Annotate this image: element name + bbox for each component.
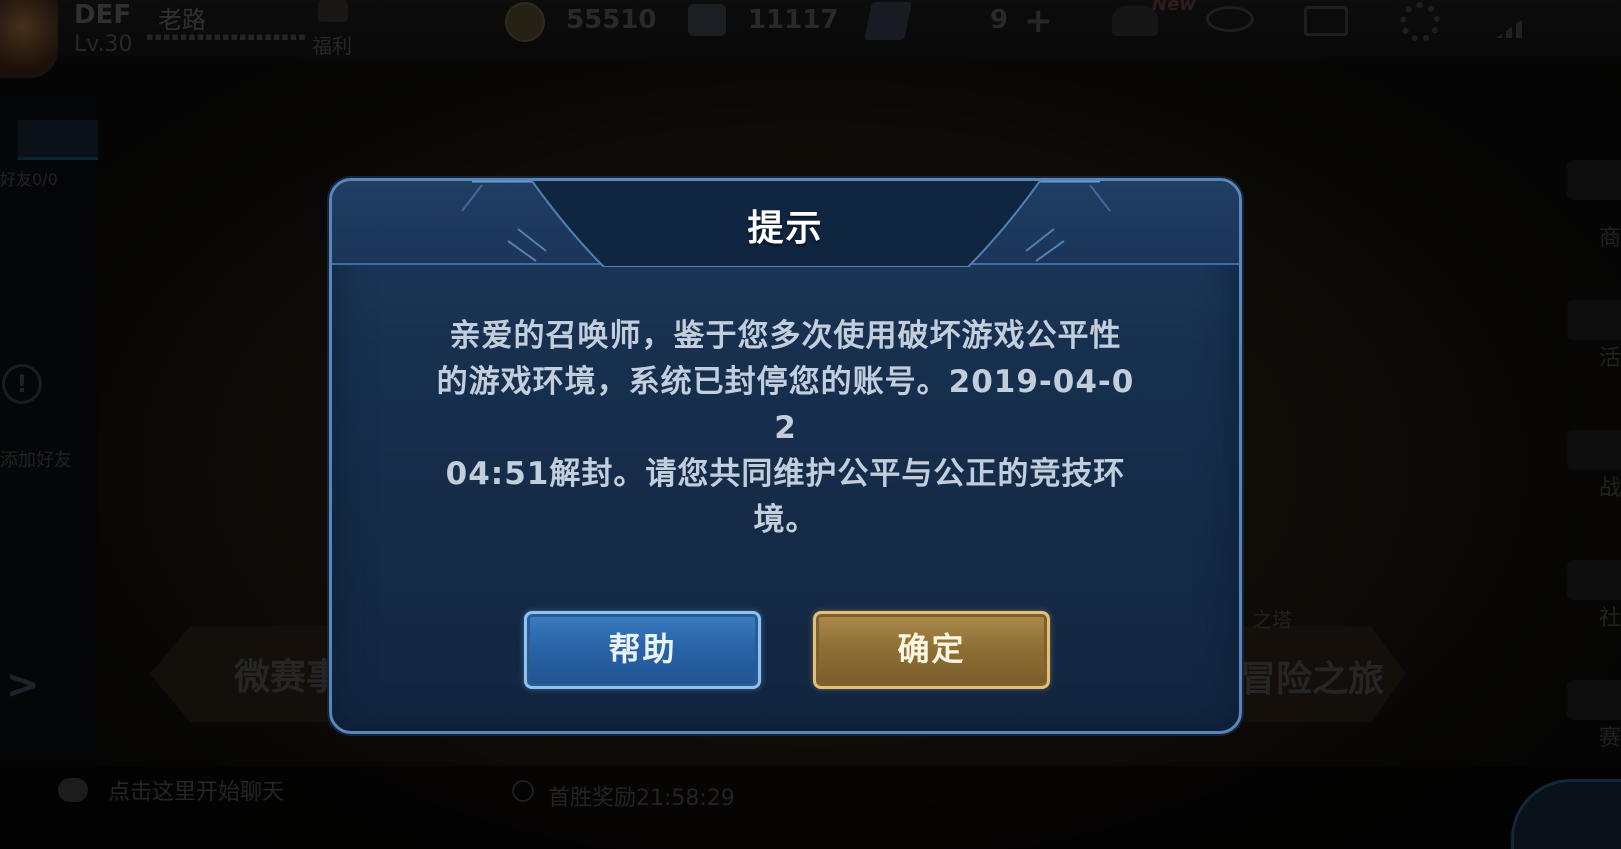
dialog-message: 亲爱的召唤师，鉴于您多次使用破坏游戏公平性 的游戏环境，系统已封停您的账号。20… [436, 318, 1135, 538]
confirm-button[interactable]: 确定 [813, 611, 1050, 689]
help-button[interactable]: 帮助 [524, 611, 761, 689]
ban-notice-dialog: 提示 亲爱的召唤师，鉴于您多次使用破坏游戏公平性 的游戏环境，系统已封停您的账号… [329, 178, 1242, 734]
dialog-title: 提示 [747, 208, 824, 249]
